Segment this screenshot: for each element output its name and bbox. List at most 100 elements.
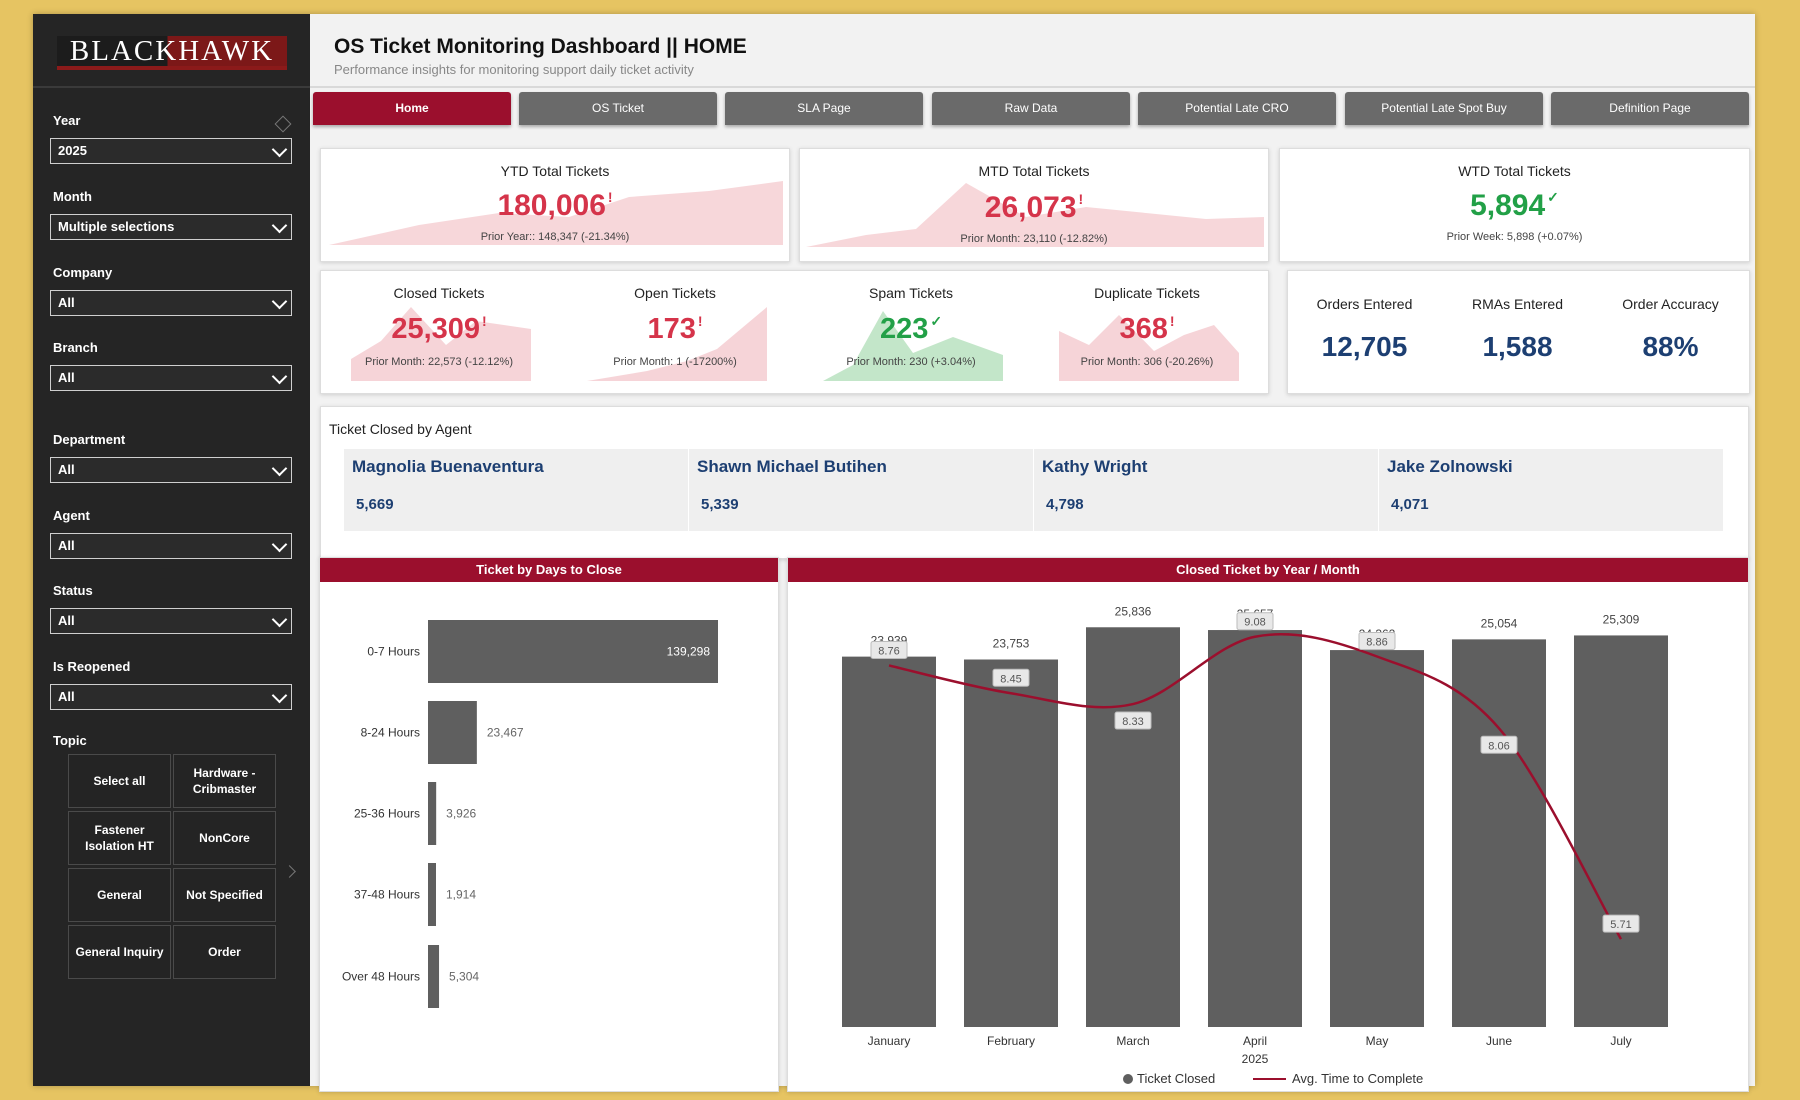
clear-filter-icon[interactable] bbox=[274, 115, 292, 133]
closed-value: 25,309! bbox=[321, 313, 557, 346]
alert-icon: ! bbox=[1169, 313, 1175, 329]
agent-dropdown[interactable]: All bbox=[50, 533, 292, 559]
agent-card[interactable]: Kathy Wright 4,798 bbox=[1034, 449, 1378, 531]
bar bbox=[1208, 630, 1302, 1027]
ytd-number: 180,006 bbox=[497, 189, 606, 222]
wtd-prior: Prior Week: 5,898 (+0.07%) bbox=[1446, 231, 1583, 243]
data-label: 1,914 bbox=[446, 888, 476, 902]
tab-os-ticket[interactable]: OS Ticket bbox=[519, 92, 717, 125]
tab-home[interactable]: Home bbox=[313, 92, 511, 125]
rmas-title: RMAs Entered bbox=[1471, 296, 1564, 312]
chevron-right-icon[interactable] bbox=[283, 865, 296, 878]
page-title: OS Ticket Monitoring Dashboard || HOME bbox=[334, 35, 747, 58]
orders-entered-kpi: Orders Entered 12,705 bbox=[1288, 271, 1441, 393]
orders-card: Orders Entered 12,705 RMAs Entered 1,588… bbox=[1287, 270, 1750, 394]
year-dropdown[interactable]: 2025 bbox=[50, 138, 292, 164]
tab-sla-page[interactable]: SLA Page bbox=[725, 92, 923, 125]
duplicate-tickets-kpi: Duplicate Tickets 368! Prior Month: 306 … bbox=[1029, 271, 1265, 393]
bar bbox=[1574, 635, 1668, 1027]
closed-number: 25,309 bbox=[391, 313, 481, 345]
line-label-text: 8.86 bbox=[1366, 636, 1387, 648]
month-label: January bbox=[868, 1034, 911, 1048]
data-label: 3,926 bbox=[446, 807, 476, 821]
branch-dropdown[interactable]: All bbox=[50, 365, 292, 391]
agent-card[interactable]: Jake Zolnowski 4,071 bbox=[1379, 449, 1723, 531]
topic-option[interactable]: NonCore bbox=[173, 811, 276, 865]
open-prior: Prior Month: 1 (-17200%) bbox=[613, 356, 737, 368]
logo-area: BLACKHAWK bbox=[33, 14, 310, 88]
legend-line-label: Avg. Time to Complete bbox=[1292, 1071, 1423, 1086]
status-value: All bbox=[58, 613, 75, 628]
category-label: 0-7 Hours bbox=[367, 645, 420, 659]
duplicate-value: 368! bbox=[1029, 313, 1265, 346]
mtd-number: 26,073 bbox=[984, 191, 1077, 224]
duplicate-prior: Prior Month: 306 (-20.26%) bbox=[1080, 356, 1214, 368]
bar-label: 25,836 bbox=[1115, 604, 1152, 618]
year-label: 2025 bbox=[1242, 1052, 1269, 1066]
accuracy-title: Order Accuracy bbox=[1622, 296, 1719, 312]
agent-count: 4,798 bbox=[1046, 496, 1084, 513]
agent-value: All bbox=[58, 538, 75, 553]
bar-label: 25,054 bbox=[1481, 616, 1518, 630]
data-label: 23,467 bbox=[487, 726, 524, 740]
alert-icon: ! bbox=[482, 313, 487, 329]
mtd-prior: Prior Month: 23,110 (-12.82%) bbox=[960, 233, 1108, 245]
tab-definition-page[interactable]: Definition Page bbox=[1551, 92, 1749, 125]
category-label: 8-24 Hours bbox=[361, 726, 420, 740]
page-header: OS Ticket Monitoring Dashboard || HOME P… bbox=[310, 14, 1755, 88]
line-label-text: 8.76 bbox=[878, 645, 899, 657]
orders-title: Orders Entered bbox=[1316, 296, 1413, 312]
agent-card[interactable]: Shawn Michael Butihen 5,339 bbox=[689, 449, 1033, 531]
category-label: Over 48 Hours bbox=[342, 970, 420, 984]
topic-option[interactable]: General bbox=[68, 868, 171, 922]
data-label: 5,304 bbox=[449, 970, 479, 984]
bar bbox=[964, 659, 1058, 1027]
month-label: June bbox=[1486, 1034, 1512, 1048]
tab-raw-data[interactable]: Raw Data bbox=[932, 92, 1130, 125]
days-to-close-title: Ticket by Days to Close bbox=[320, 558, 778, 582]
alert-icon: ! bbox=[697, 313, 703, 329]
line-label: 8.33 bbox=[1114, 711, 1152, 730]
topic-option[interactable]: General Inquiry bbox=[68, 925, 171, 979]
line-label: 8.06 bbox=[1480, 735, 1518, 754]
month-label: July bbox=[1610, 1034, 1631, 1048]
bar bbox=[428, 863, 436, 926]
agent-name: Magnolia Buenaventura bbox=[352, 457, 544, 476]
tab-potential-late-spot-buy[interactable]: Potential Late Spot Buy bbox=[1345, 92, 1543, 125]
ytd-prior: Prior Year:: 148,347 (-21.34%) bbox=[480, 231, 630, 243]
topic-option[interactable]: Not Specified bbox=[173, 868, 276, 922]
agent-card[interactable]: Magnolia Buenaventura 5,669 bbox=[344, 449, 688, 531]
chevron-down-icon bbox=[271, 217, 288, 234]
department-dropdown[interactable]: All bbox=[50, 457, 292, 483]
agent-count: 4,071 bbox=[1391, 496, 1429, 513]
closed-tickets-kpi: Closed Tickets 25,309! Prior Month: 22,5… bbox=[321, 271, 557, 393]
month-dropdown[interactable]: Multiple selections bbox=[50, 214, 292, 240]
topic-option[interactable]: Hardware - Cribmaster bbox=[173, 754, 276, 808]
alert-icon: ! bbox=[607, 189, 613, 205]
month-value: Multiple selections bbox=[58, 219, 175, 234]
reopened-value: All bbox=[58, 689, 75, 704]
tab-potential-late-cro[interactable]: Potential Late CRO bbox=[1138, 92, 1336, 125]
status-dropdown[interactable]: All bbox=[50, 608, 292, 634]
line-label: 8.76 bbox=[870, 640, 908, 659]
closed-by-month-panel: Closed Ticket by Year / Month 23,939 Janu… bbox=[787, 557, 1749, 1092]
bar bbox=[1330, 650, 1424, 1027]
spam-title: Spam Tickets bbox=[868, 285, 954, 301]
line-label-text: 8.33 bbox=[1122, 716, 1143, 728]
company-dropdown[interactable]: All bbox=[50, 290, 292, 316]
ytd-title: YTD Total Tickets bbox=[500, 163, 610, 179]
closed-prior: Prior Month: 22,573 (-12.12%) bbox=[365, 356, 513, 368]
rmas-value: 1,588 bbox=[1482, 331, 1553, 362]
check-icon: ✓ bbox=[1547, 189, 1559, 205]
agent-name: Jake Zolnowski bbox=[1387, 457, 1513, 476]
topic-option[interactable]: Select all bbox=[68, 754, 171, 808]
topic-option[interactable]: Fastener Isolation HT bbox=[68, 811, 171, 865]
chevron-down-icon bbox=[271, 141, 288, 158]
topic-option[interactable]: Order bbox=[173, 925, 276, 979]
line-label: 8.45 bbox=[992, 668, 1030, 687]
line-label: 8.86 bbox=[1358, 631, 1396, 650]
line-label: 5.71 bbox=[1602, 914, 1640, 933]
bar bbox=[428, 701, 477, 764]
reopened-dropdown[interactable]: All bbox=[50, 684, 292, 710]
orders-value: 12,705 bbox=[1321, 331, 1408, 362]
